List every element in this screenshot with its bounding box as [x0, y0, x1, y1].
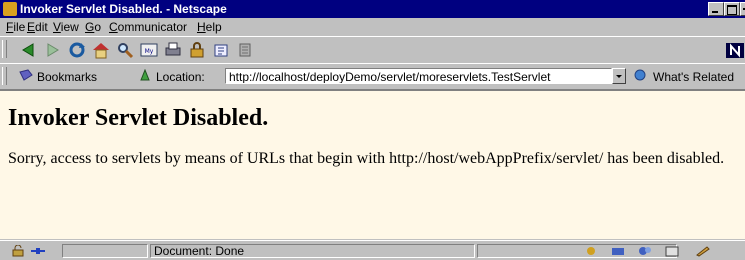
whats-related-icon[interactable]: [632, 69, 648, 81]
bookmarks-button[interactable]: Bookmarks: [37, 70, 97, 84]
location-toolbar: Bookmarks Location: http://localhost/dep…: [0, 63, 745, 90]
location-url-input[interactable]: http://localhost/deployDemo/servlet/more…: [225, 68, 612, 84]
stop-icon[interactable]: [234, 40, 256, 60]
toolbar-grip[interactable]: [2, 40, 7, 58]
window-title: Invoker Servlet Disabled. - Netscape: [20, 2, 227, 16]
menu-go[interactable]: Go: [85, 20, 101, 34]
page-proxy-icon[interactable]: [137, 68, 153, 81]
edit-pencil-icon[interactable]: [695, 245, 711, 257]
print-icon[interactable]: [162, 40, 184, 60]
toolbar-grip[interactable]: [2, 67, 7, 85]
connection-icon: [30, 245, 46, 257]
menu-edit[interactable]: Edit: [27, 20, 48, 34]
netscape-logo-icon[interactable]: [724, 40, 744, 60]
my-netscape-icon[interactable]: My: [138, 40, 160, 60]
navigation-toolbar: My: [0, 36, 745, 64]
close-button[interactable]: [740, 2, 745, 16]
netscape-app-icon: [3, 2, 17, 16]
shop-icon[interactable]: [210, 40, 232, 60]
security-icon[interactable]: [186, 40, 208, 60]
status-text: Document: Done: [150, 244, 475, 258]
minimize-button[interactable]: [708, 2, 724, 16]
maximize-button[interactable]: [724, 2, 740, 16]
menu-communicator[interactable]: Communicator: [109, 20, 187, 34]
navigator-icon[interactable]: [583, 245, 599, 257]
mail-icon[interactable]: [610, 245, 626, 257]
menu-help[interactable]: Help: [197, 20, 222, 34]
whats-related-button[interactable]: What's Related: [653, 70, 734, 84]
reload-icon[interactable]: [66, 40, 88, 60]
status-bar: Document: Done: [0, 240, 745, 260]
search-icon[interactable]: [114, 40, 136, 60]
menu-view[interactable]: View: [53, 20, 79, 34]
composer-icon[interactable]: [664, 245, 680, 257]
location-dropdown-button[interactable]: [612, 68, 626, 84]
forward-icon[interactable]: [42, 40, 64, 60]
security-lock-icon[interactable]: [10, 244, 26, 257]
menu-file[interactable]: File: [6, 20, 25, 34]
location-label: Location:: [156, 70, 205, 84]
chevron-down-icon: [616, 75, 622, 78]
discussion-icon[interactable]: [637, 245, 653, 257]
menu-bar: File Edit View Go Communicator Help: [0, 18, 745, 35]
bookmarks-icon[interactable]: [18, 69, 34, 81]
page-heading: Invoker Servlet Disabled.: [8, 105, 269, 131]
page-message: Sorry, access to servlets by means of UR…: [8, 150, 725, 167]
progress-cell: [62, 244, 148, 258]
home-icon[interactable]: [90, 40, 112, 60]
back-icon[interactable]: [18, 40, 40, 60]
svg-text:My: My: [145, 48, 154, 55]
title-bar: Invoker Servlet Disabled. - Netscape: [0, 0, 745, 18]
page-content: Invoker Servlet Disabled. Sorry, access …: [0, 89, 745, 239]
